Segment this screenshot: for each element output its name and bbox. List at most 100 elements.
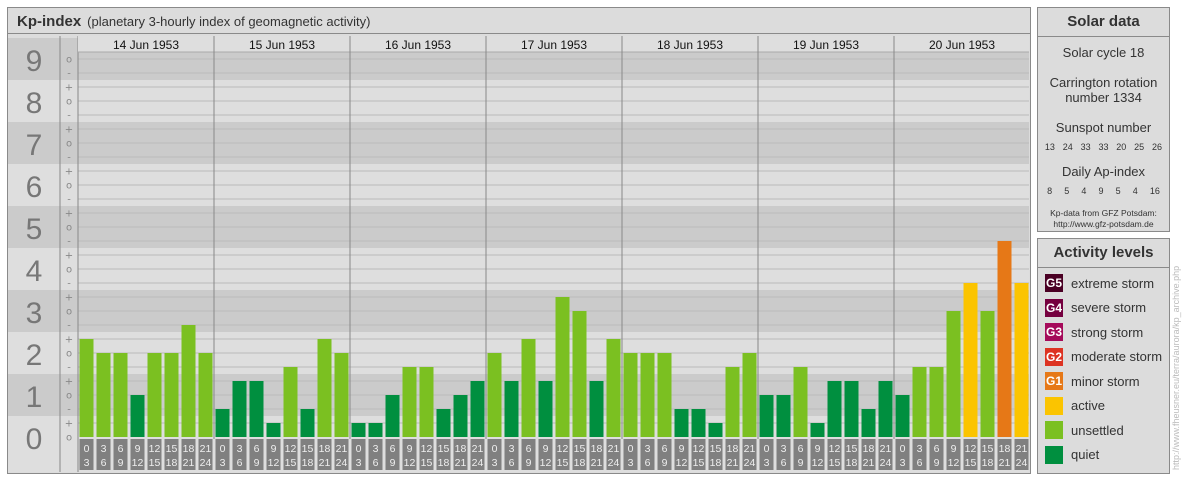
sunspot-value: 33 xyxy=(1098,142,1109,152)
interval-start: 3 xyxy=(781,443,787,455)
kp-bar xyxy=(436,409,451,437)
kp-bar xyxy=(691,409,706,437)
activity-level-item: quiet xyxy=(1038,443,1169,468)
interval-end: 12 xyxy=(132,457,144,469)
kp-axis-label: 2 xyxy=(26,339,43,372)
interval-start: 3 xyxy=(917,443,923,455)
kp-bar xyxy=(1014,283,1029,437)
kp-bar xyxy=(470,381,485,437)
kp-bar xyxy=(198,353,213,437)
interval-start: 6 xyxy=(118,443,124,455)
kp-bar xyxy=(283,367,298,437)
activity-levels-heading: Activity levels xyxy=(1038,239,1169,268)
kp-minor-label: - xyxy=(67,69,71,80)
kp-bar xyxy=(759,395,774,437)
kp-bar xyxy=(402,367,417,437)
kp-minor-label: o xyxy=(66,307,72,318)
kp-bar xyxy=(997,241,1012,437)
interval-start: 12 xyxy=(965,443,977,455)
ap-values: 8 5 4 9 5 4 16 xyxy=(1038,186,1169,196)
kp-axis-label: 6 xyxy=(26,171,43,204)
kp-bar xyxy=(96,353,111,437)
kp-bar xyxy=(521,339,536,437)
interval-end: 12 xyxy=(268,457,280,469)
interval-end: 9 xyxy=(254,457,260,469)
interval-end: 3 xyxy=(764,457,770,469)
activity-level-item: active xyxy=(1038,394,1169,419)
interval-start: 0 xyxy=(628,443,634,455)
kp-bar xyxy=(640,353,655,437)
interval-end: 12 xyxy=(404,457,416,469)
kp-axis-label: 3 xyxy=(26,297,43,330)
kp-minor-label: o xyxy=(66,349,72,360)
day-label: 19 Jun 1953 xyxy=(793,38,859,52)
interval-end: 6 xyxy=(101,457,107,469)
kp-bar xyxy=(742,353,757,437)
interval-start: 21 xyxy=(880,443,892,455)
interval-end: 6 xyxy=(781,457,787,469)
kp-bar xyxy=(504,381,519,437)
level-swatch: G1 xyxy=(1045,372,1063,391)
interval-start: 15 xyxy=(574,443,586,455)
kp-axis-label: 4 xyxy=(26,255,43,288)
kp-minor-label: - xyxy=(67,321,71,332)
kp-axis-label: 0 xyxy=(26,423,43,456)
ap-value: 5 xyxy=(1115,186,1121,196)
interval-end: 21 xyxy=(183,457,195,469)
kp-minor-label: + xyxy=(65,167,73,178)
sunspot-value: 20 xyxy=(1116,142,1127,152)
interval-end: 9 xyxy=(798,457,804,469)
kp-bar xyxy=(555,297,570,437)
activity-level-item: G5 extreme storm xyxy=(1038,271,1169,296)
interval-end: 24 xyxy=(200,457,212,469)
interval-end: 3 xyxy=(492,457,498,469)
kp-bar xyxy=(572,311,587,437)
interval-start: 18 xyxy=(591,443,603,455)
level-swatch xyxy=(1045,421,1063,440)
level-label: minor storm xyxy=(1071,373,1140,389)
kp-bar xyxy=(232,381,247,437)
credit-link[interactable]: http://www.gfz-potsdam.de xyxy=(1038,219,1169,230)
kp-bar xyxy=(674,409,689,437)
kp-plot: 0123456789o+-o+-o+-o+-o+-o+-o+-o+-o+-o14… xyxy=(8,36,1029,472)
interval-end: 6 xyxy=(373,457,379,469)
kp-bar xyxy=(249,381,264,437)
interval-end: 12 xyxy=(948,457,960,469)
interval-end: 6 xyxy=(917,457,923,469)
kp-bar xyxy=(895,395,910,437)
interval-start: 21 xyxy=(336,443,348,455)
interval-end: 18 xyxy=(166,457,178,469)
interval-start: 9 xyxy=(815,443,821,455)
ap-label: Daily Ap-index xyxy=(1061,164,1146,179)
activity-level-item: G1 minor storm xyxy=(1038,369,1169,394)
interval-end: 9 xyxy=(390,457,396,469)
interval-start: 12 xyxy=(421,443,433,455)
interval-start: 18 xyxy=(863,443,875,455)
interval-end: 18 xyxy=(982,457,994,469)
interval-start: 9 xyxy=(407,443,413,455)
solar-data-panel: Solar data Solar cycle 18 Carrington rot… xyxy=(1037,7,1170,232)
watermark-url: http://www.fheusner.eu/terra/aurora/kp_a… xyxy=(1171,265,1181,470)
interval-end: 24 xyxy=(472,457,484,469)
kp-axis-label: 8 xyxy=(26,87,43,120)
kp-bar xyxy=(113,353,128,437)
sunspot-value: 24 xyxy=(1062,142,1073,152)
kp-bar xyxy=(453,395,468,437)
interval-start: 3 xyxy=(237,443,243,455)
day-label: 18 Jun 1953 xyxy=(657,38,723,52)
kp-bar xyxy=(164,353,179,437)
kp-bar xyxy=(351,423,366,437)
carrington-line2: number 1334 xyxy=(1065,90,1142,105)
interval-start: 6 xyxy=(390,443,396,455)
ap-value: 5 xyxy=(1064,186,1070,196)
interval-end: 21 xyxy=(727,457,739,469)
day-label: 17 Jun 1953 xyxy=(521,38,587,52)
kp-axis-label: 5 xyxy=(26,213,43,246)
kp-bar xyxy=(130,395,145,437)
level-label: active xyxy=(1071,398,1105,414)
interval-start: 12 xyxy=(693,443,705,455)
interval-start: 6 xyxy=(934,443,940,455)
kp-bar xyxy=(878,381,893,437)
interval-end: 12 xyxy=(540,457,552,469)
interval-start: 15 xyxy=(438,443,450,455)
